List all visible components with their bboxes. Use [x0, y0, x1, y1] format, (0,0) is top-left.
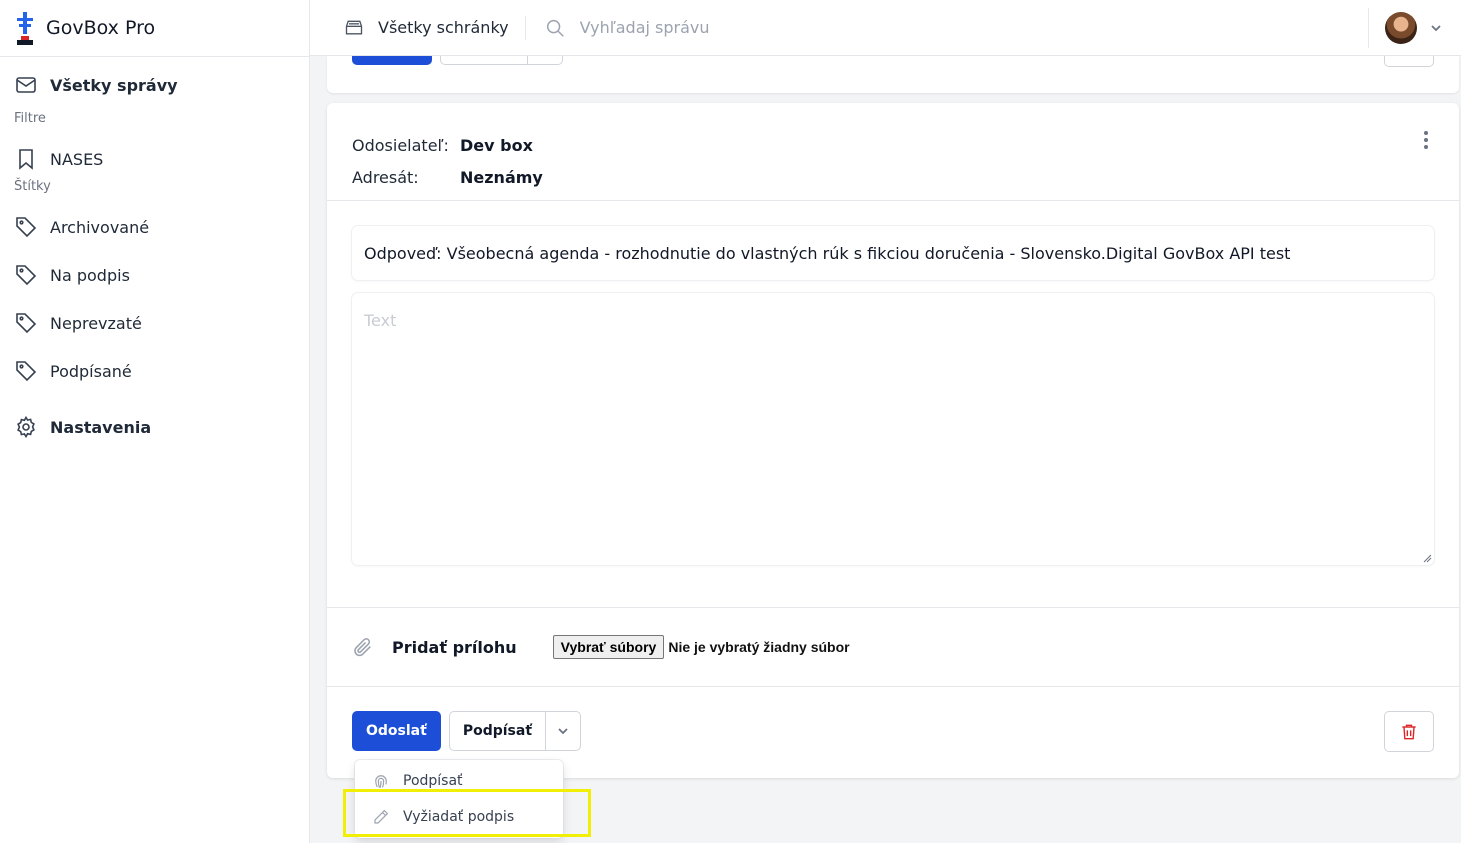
sidebar-item-label: Archivované	[50, 217, 150, 237]
previous-message-card	[327, 56, 1459, 93]
tag-icon	[16, 361, 37, 382]
sender-value: Dev box	[460, 135, 533, 155]
sign-split-button: Podpísať	[448, 711, 582, 751]
subject-text: Odpoveď: Všeobecná agenda - rozhodnutie …	[364, 243, 1291, 263]
top-bar: Všetky schránky	[310, 0, 1461, 56]
message-body	[352, 293, 1434, 565]
bookmark-icon	[19, 149, 33, 170]
sidebar-item-all-messages[interactable]: Všetky správy	[0, 61, 309, 109]
previous-delete-button[interactable]	[1384, 56, 1434, 67]
previous-sign-split-button[interactable]	[440, 56, 563, 65]
search-icon	[546, 19, 564, 37]
sign-dropdown-menu: Podpísať Vyžiadať podpis	[355, 760, 563, 838]
previous-send-button[interactable]	[352, 56, 432, 65]
sidebar-item-label: Nastavenia	[50, 417, 152, 437]
recipient-value: Neznámy	[460, 167, 543, 187]
dropdown-item-request-signature[interactable]: Vyžiadať podpis	[355, 799, 563, 835]
brand[interactable]: GovBox Pro	[0, 0, 309, 57]
sidebar-item-label: Podpísané	[50, 361, 132, 381]
sidebar-item-label: NASES	[50, 149, 104, 169]
paperclip-icon	[354, 638, 371, 657]
filters-heading: Filtre	[14, 111, 46, 126]
no-file-selected-text: Nie je vybratý žiadny súbor	[668, 639, 850, 655]
sidebar-item-settings[interactable]: Nastavenia	[0, 403, 309, 451]
sidebar-item-not-received[interactable]: Neprevzaté	[0, 299, 309, 347]
govbox-logo-icon	[17, 12, 33, 45]
search-input[interactable]	[579, 18, 880, 37]
pencil-icon	[374, 809, 389, 824]
more-options-icon[interactable]	[1423, 131, 1429, 151]
dropdown-item-sign[interactable]: Podpísať	[355, 763, 563, 799]
dropdown-item-label: Podpísať	[403, 773, 463, 789]
reply-draft-card: Odosielateľ: Dev box Adresát: Neznámy Od…	[327, 103, 1459, 778]
tag-icon	[16, 217, 37, 238]
sidebar: GovBox Pro Všetky správy Filtre NASES Št…	[0, 0, 310, 843]
dropdown-item-label: Vyžiadať podpis	[403, 809, 515, 825]
recipient-row: Adresát: Neznámy	[352, 161, 543, 193]
trash-icon	[1402, 724, 1416, 739]
divider	[327, 686, 1459, 687]
mailbox-selector[interactable]: Všetky schránky	[310, 15, 526, 40]
chevron-down-icon	[558, 728, 568, 735]
send-button[interactable]: Odoslať	[352, 711, 441, 751]
action-buttons: Odoslať Podpísať	[352, 711, 582, 751]
divider	[327, 607, 1459, 608]
recipient-label: Adresát:	[352, 167, 419, 187]
sign-dropdown-toggle[interactable]	[546, 712, 580, 750]
sidebar-item-label: Na podpis	[50, 265, 130, 285]
subject-field[interactable]: Odpoveď: Všeobecná agenda - rozhodnutie …	[352, 226, 1434, 280]
mail-icon	[16, 77, 36, 93]
resize-handle-icon[interactable]	[1422, 553, 1432, 563]
delete-button[interactable]	[1384, 711, 1434, 752]
app-name: GovBox Pro	[46, 17, 156, 39]
gear-icon	[17, 415, 35, 439]
sidebar-item-to-sign[interactable]: Na podpis	[0, 251, 309, 299]
search-box	[526, 17, 880, 39]
sender-row: Odosielateľ: Dev box	[352, 129, 543, 161]
tag-icon	[16, 313, 37, 334]
sidebar-item-signed[interactable]: Podpísané	[0, 347, 309, 395]
tag-icon	[16, 265, 37, 286]
message-meta: Odosielateľ: Dev box Adresát: Neznámy	[352, 129, 543, 193]
chevron-down-icon	[1431, 25, 1441, 32]
divider	[327, 200, 1459, 201]
mailbox-selector-label: Všetky schránky	[378, 18, 509, 37]
add-attachment-label: Pridať prílohu	[392, 637, 517, 657]
sign-button[interactable]: Podpísať	[450, 712, 547, 750]
message-body-input[interactable]	[352, 293, 1434, 565]
choose-files-button[interactable]: Vybrať súbory	[552, 635, 665, 659]
avatar[interactable]	[1385, 12, 1417, 44]
attachment-row: Pridať prílohu Vybrať súbory Nie je vybr…	[352, 633, 850, 661]
user-menu[interactable]	[1368, 8, 1443, 48]
inbox-icon	[345, 20, 363, 34]
sidebar-item-archived[interactable]: Archivované	[0, 203, 309, 251]
fingerprint-icon	[375, 775, 387, 788]
sender-label: Odosielateľ:	[352, 135, 449, 155]
sidebar-item-label: Všetky správy	[50, 75, 178, 95]
sidebar-item-label: Neprevzaté	[50, 313, 142, 333]
sidebar-item-nases[interactable]: NASES	[0, 135, 309, 183]
tags-heading: Štítky	[14, 179, 51, 194]
